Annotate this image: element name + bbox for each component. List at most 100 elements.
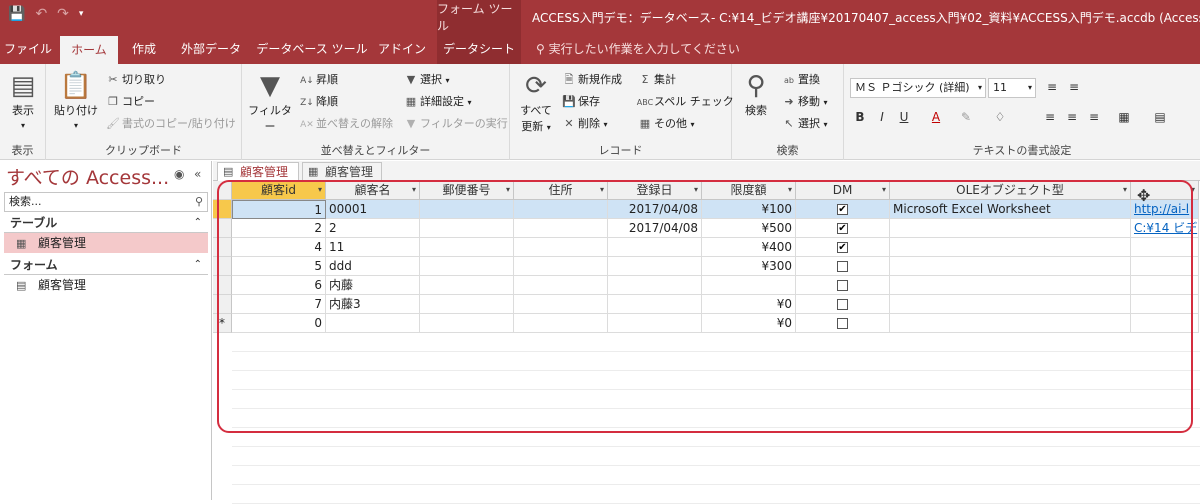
cell-addr[interactable] <box>514 238 608 257</box>
cell-limit[interactable]: ¥300 <box>702 257 796 276</box>
checkbox-unchecked[interactable] <box>837 261 848 272</box>
cell-zip[interactable] <box>420 238 514 257</box>
cell-ole[interactable] <box>890 219 1131 238</box>
cell-addr[interactable] <box>514 314 608 333</box>
cell-name[interactable]: 11 <box>326 238 420 257</box>
checkbox-checked[interactable]: ✔ <box>837 242 848 253</box>
tab-database-tools[interactable]: データベース ツール <box>256 34 368 64</box>
record-selector[interactable] <box>213 238 232 257</box>
cell-addr[interactable] <box>514 200 608 219</box>
cell-addr[interactable] <box>514 295 608 314</box>
cell-dm[interactable] <box>796 295 890 314</box>
advanced-filter-button[interactable]: ▦ 詳細設定 ▾ <box>402 92 472 112</box>
delete-record-button[interactable]: ✕ 削除 ▾ <box>560 114 607 134</box>
gridlines-icon[interactable]: ▦ <box>1114 110 1134 124</box>
checkbox-checked[interactable]: ✔ <box>837 204 848 215</box>
cell-link[interactable] <box>1131 314 1199 333</box>
cell-limit[interactable]: ¥0 <box>702 295 796 314</box>
column-header[interactable]: OLEオブジェクト型 ▾ <box>890 181 1131 200</box>
nav-pane-title[interactable]: すべての Access... <box>6 163 169 190</box>
cell-id[interactable]: 4 <box>232 238 326 257</box>
cell-date[interactable]: 2017/04/08 <box>608 200 702 219</box>
cell-date[interactable] <box>608 314 702 333</box>
cell-dm[interactable] <box>796 276 890 295</box>
cell-addr[interactable] <box>514 219 608 238</box>
save-record-button[interactable]: 💾 保存 <box>560 92 600 112</box>
alt-row-color-icon[interactable]: ▤ <box>1150 110 1170 124</box>
cell-name[interactable]: 00001 <box>326 200 420 219</box>
cell-id[interactable]: 2 <box>232 219 326 238</box>
customize-qat-icon[interactable]: ▾ <box>79 9 84 19</box>
cell-date[interactable] <box>608 276 702 295</box>
cell-ole[interactable]: Microsoft Excel Worksheet <box>890 200 1131 219</box>
cell-date[interactable] <box>608 257 702 276</box>
cell-link[interactable]: C:¥14 ビデ <box>1131 219 1199 238</box>
cell-ole[interactable] <box>890 295 1131 314</box>
highlight-icon[interactable]: ✎ <box>956 110 976 124</box>
column-dropdown-icon[interactable]: ▾ <box>1191 181 1195 199</box>
cell-id[interactable]: 0 <box>232 314 326 333</box>
record-selector[interactable]: * <box>213 314 232 333</box>
doc-tab-form[interactable]: ▤ 顧客管理 <box>217 162 299 181</box>
column-dropdown-icon[interactable]: ▾ <box>694 181 698 199</box>
cell-zip[interactable] <box>420 200 514 219</box>
select-all-corner[interactable] <box>213 181 232 200</box>
toggle-filter-button[interactable]: ▼ フィルターの実行 <box>402 114 508 134</box>
column-header[interactable]: 郵便番号 ▾ <box>420 181 514 200</box>
cell-name[interactable]: 2 <box>326 219 420 238</box>
checkbox-unchecked[interactable] <box>837 318 848 329</box>
cell-zip[interactable] <box>420 219 514 238</box>
cell-date[interactable] <box>608 238 702 257</box>
cell-addr[interactable] <box>514 257 608 276</box>
cell-zip[interactable] <box>420 257 514 276</box>
cell-limit[interactable] <box>702 276 796 295</box>
sort-ascending-button[interactable]: A↓ 昇順 <box>298 70 338 90</box>
copy-button[interactable]: ❐ コピー <box>104 92 155 112</box>
cell-date[interactable] <box>608 295 702 314</box>
cell-name[interactable] <box>326 314 420 333</box>
checkbox-checked[interactable]: ✔ <box>837 223 848 234</box>
replace-button[interactable]: ab 置換 <box>780 70 820 90</box>
italic-icon[interactable]: I <box>872 110 892 124</box>
cell-dm[interactable]: ✔ <box>796 200 890 219</box>
cell-id[interactable]: 6 <box>232 276 326 295</box>
spelling-button[interactable]: ABCスペル チェック <box>636 92 734 112</box>
column-header[interactable]: 限度額 ▾ <box>702 181 796 200</box>
cell-zip[interactable] <box>420 295 514 314</box>
cell-id[interactable]: 7 <box>232 295 326 314</box>
align-left-icon[interactable]: ≡ <box>1040 110 1060 124</box>
datasheet-grid[interactable]: 顧客id ▾ 顧客名 ▾ 郵便番号 ▾ 住所 ▾ 登録日 ▾ 限度額 ▾ DM ▾ OLEオブジェクト型 ▾ ▾… <box>213 181 1200 504</box>
totals-button[interactable]: Σ 集計 <box>636 70 676 90</box>
nav-collapse-icon[interactable]: « <box>194 167 201 181</box>
cell-link[interactable] <box>1131 276 1199 295</box>
undo-icon[interactable]: ↶ <box>35 6 47 22</box>
column-dropdown-icon[interactable]: ▾ <box>412 181 416 199</box>
record-selector[interactable] <box>213 276 232 295</box>
column-dropdown-icon[interactable]: ▾ <box>788 181 792 199</box>
record-selector[interactable] <box>213 200 232 219</box>
column-header[interactable]: DM ▾ <box>796 181 890 200</box>
more-button[interactable]: ▦ その他 ▾ <box>636 114 695 134</box>
fill-color-icon[interactable]: ♢ <box>990 110 1010 124</box>
column-dropdown-icon[interactable]: ▾ <box>506 181 510 199</box>
tab-external-data[interactable]: 外部データ <box>172 34 250 64</box>
cell-zip[interactable] <box>420 314 514 333</box>
selection-filter-button[interactable]: ▼ 選択 ▾ <box>402 70 450 90</box>
save-icon[interactable]: 💾 <box>8 6 25 22</box>
cell-name[interactable]: 内藤3 <box>326 295 420 314</box>
checkbox-unchecked[interactable] <box>837 280 848 291</box>
redo-icon[interactable]: ↷ <box>57 6 69 22</box>
cell-ole[interactable] <box>890 276 1131 295</box>
record-selector[interactable] <box>213 219 232 238</box>
cell-name[interactable]: 内藤 <box>326 276 420 295</box>
cell-dm[interactable] <box>796 314 890 333</box>
cell-ole[interactable] <box>890 257 1131 276</box>
column-header[interactable]: 顧客名 ▾ <box>326 181 420 200</box>
cell-limit[interactable]: ¥100 <box>702 200 796 219</box>
column-header[interactable]: 住所 ▾ <box>514 181 608 200</box>
numbering-icon[interactable]: ≡ <box>1064 80 1084 94</box>
cell-link[interactable] <box>1131 257 1199 276</box>
align-right-icon[interactable]: ≡ <box>1084 110 1104 124</box>
tell-me-box[interactable]: ⚲ 実行したい作業を入力してください <box>536 34 740 64</box>
paste-button[interactable]: 📋 貼り付け ▾ <box>52 70 100 131</box>
